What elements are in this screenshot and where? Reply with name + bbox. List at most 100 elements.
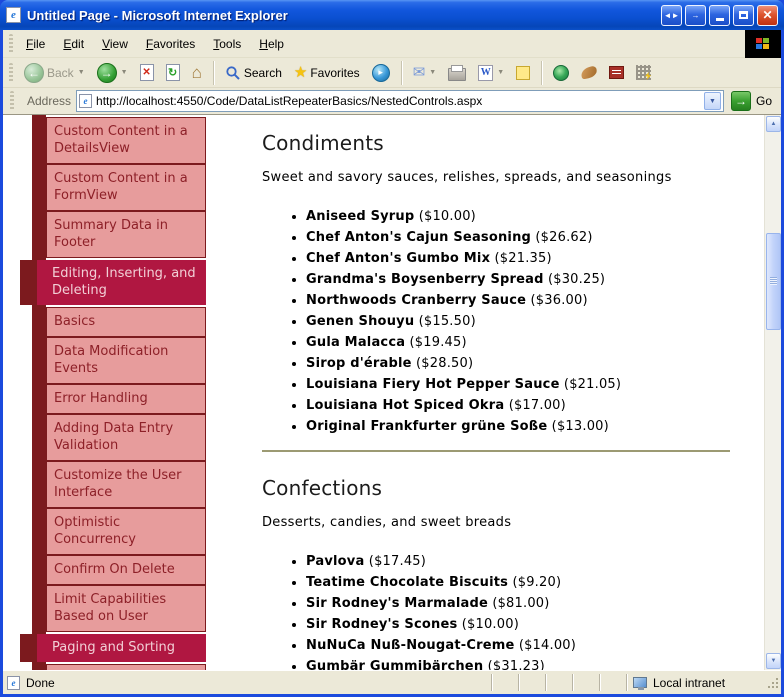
toolbar-grip[interactable] <box>9 62 13 83</box>
back-icon: ← <box>24 62 44 83</box>
addon-capture-button[interactable] <box>576 65 602 80</box>
scroll-up-icon: ▲ <box>770 121 777 127</box>
sidebar-link[interactable]: Data Modification Events <box>46 337 206 384</box>
titlebar-nav-arrows-button[interactable]: ◄► <box>661 4 682 26</box>
sidebar-link[interactable]: Optimistic Concurrency <box>46 508 206 555</box>
sidebar-link[interactable]: Limit Capabilities Based on User <box>46 585 206 632</box>
vertical-scrollbar[interactable]: ▲ ▼ <box>764 115 781 670</box>
menu-item-file[interactable]: File <box>17 30 54 58</box>
page-viewport: Custom Content in a DetailsView Custom Co… <box>3 115 781 670</box>
scroll-up-button[interactable]: ▲ <box>766 116 781 132</box>
menu-bar: File Edit View Favorites Tools Help <box>3 30 781 58</box>
product-item: Genen Shouyu ($15.50) <box>306 312 734 332</box>
sidebar-link[interactable]: Summary Data in Footer <box>46 211 206 258</box>
refresh-button[interactable]: ↻ <box>161 62 185 83</box>
title-bar[interactable]: e Untitled Page - Microsoft Internet Exp… <box>0 0 784 30</box>
scrollbar-thumb[interactable] <box>766 233 781 330</box>
status-text: Done <box>26 675 55 690</box>
back-label: Back <box>47 65 74 80</box>
scroll-down-button[interactable]: ▼ <box>766 653 781 669</box>
go-arrow-icon: → <box>730 91 751 111</box>
product-item: Gula Malacca ($19.45) <box>306 333 734 353</box>
back-button[interactable]: ← Back ▼ <box>19 61 90 85</box>
product-item: Aniseed Syrup ($10.00) <box>306 207 734 227</box>
sidebar-link[interactable]: Confirm On Delete <box>46 555 206 585</box>
menu-bar-items: File Edit View Favorites Tools Help <box>17 30 293 58</box>
product-item: Pavlova ($17.45) <box>306 552 734 572</box>
edit-dropdown-icon[interactable]: ▼ <box>497 69 504 76</box>
search-button[interactable]: Search <box>220 63 287 83</box>
toolbar-separator <box>400 60 402 85</box>
titlebar-popout-button[interactable]: → <box>685 4 706 26</box>
mail-icon: ✉ <box>412 64 426 81</box>
address-input[interactable]: e http://localhost:4550/Code/DataListRep… <box>76 90 724 112</box>
section-title: Condiments <box>262 131 384 155</box>
minimize-button[interactable] <box>709 4 730 26</box>
product-item: Original Frankfurter grüne Soße ($13.00) <box>306 417 734 437</box>
favorites-star-icon: ★ <box>293 64 308 81</box>
menu-item-edit[interactable]: Edit <box>54 30 93 58</box>
product-item: Northwoods Cranberry Sauce ($36.00) <box>306 291 734 311</box>
home-button[interactable]: ⌂ <box>187 62 207 83</box>
menu-item-tools[interactable]: Tools <box>204 30 250 58</box>
menu-item-help[interactable]: Help <box>250 30 293 58</box>
product-list: Pavlova ($17.45)Teatime Chocolate Biscui… <box>262 552 734 670</box>
throbber <box>745 30 781 58</box>
menubar-grip[interactable] <box>9 33 13 54</box>
status-pane <box>572 674 599 691</box>
addressbar-grip[interactable] <box>10 91 14 111</box>
mail-button[interactable]: ✉ ▼ <box>408 63 442 82</box>
product-item: Grandma's Boysenberry Spread ($30.25) <box>306 270 734 290</box>
address-url[interactable]: http://localhost:4550/Code/DataListRepea… <box>96 94 700 108</box>
addon-research-button[interactable] <box>604 64 629 81</box>
favorites-button[interactable]: ★ Favorites <box>289 63 365 82</box>
sidebar-link[interactable]: Custom Content in a DetailsView <box>46 117 206 164</box>
sidebar-section-header[interactable]: Paging and Sorting <box>20 634 206 662</box>
discuss-button[interactable] <box>511 64 535 82</box>
sidebar-link[interactable]: Adding Data Entry Validation <box>46 414 206 461</box>
forward-dropdown-icon[interactable]: ▼ <box>121 69 128 76</box>
section-title: Confections <box>262 476 383 500</box>
sidebar-link[interactable]: Basics <box>46 307 206 337</box>
sidebar-link[interactable]: Customize the User Interface <box>46 461 206 508</box>
forward-button[interactable]: → ▼ <box>92 61 133 85</box>
status-pane <box>599 674 626 691</box>
popout-arrow-icon: → <box>691 10 700 20</box>
intranet-zone-icon <box>633 677 647 690</box>
close-button[interactable]: ✕ <box>757 4 778 26</box>
address-dropdown-button[interactable]: ▼ <box>703 92 721 110</box>
ie-logo-icon: e <box>6 7 21 23</box>
menu-item-view[interactable]: View <box>93 30 137 58</box>
media-button[interactable]: ▸ <box>367 62 395 84</box>
sidebar-link[interactable]: Error Handling <box>46 384 206 414</box>
favorites-label: Favorites <box>310 65 360 80</box>
product-item: Sir Rodney's Scones ($10.00) <box>306 615 734 635</box>
scroll-down-icon: ▼ <box>770 658 777 664</box>
maximize-button[interactable] <box>733 4 754 26</box>
go-button[interactable]: → Go <box>729 91 778 111</box>
resize-grip[interactable] <box>763 674 781 691</box>
page-icon: e <box>79 94 93 108</box>
stop-button[interactable]: ✕ <box>135 62 159 83</box>
product-item: Gumbär Gummibärchen ($31.23) <box>306 657 734 670</box>
product-item: Louisiana Hot Spiced Okra ($17.00) <box>306 396 734 416</box>
status-pane <box>518 674 545 691</box>
back-dropdown-icon[interactable]: ▼ <box>78 69 85 76</box>
addon-globe-button[interactable] <box>548 63 574 83</box>
sidebar-section-header[interactable]: Editing, Inserting, and Deleting <box>20 260 206 305</box>
page-content: Condiments Sweet and savory sauces, relis… <box>262 115 734 670</box>
browser-window: e Untitled Page - Microsoft Internet Exp… <box>0 0 784 697</box>
mail-dropdown-icon[interactable]: ▼ <box>429 69 436 76</box>
section-description: Desserts, candies, and sweet breads <box>262 515 512 530</box>
print-button[interactable] <box>443 62 471 83</box>
forward-icon: → <box>96 62 117 83</box>
search-label: Search <box>243 65 282 80</box>
print-icon <box>448 65 467 81</box>
addon-messenger-button[interactable] <box>631 63 656 82</box>
menu-item-favorites[interactable]: Favorites <box>137 30 204 58</box>
edit-with-word-button[interactable]: W ▼ <box>473 63 509 83</box>
product-item: Teatime Chocolate Biscuits ($9.20) <box>306 573 734 593</box>
sidebar-link[interactable]: Custom Content in a FormView <box>46 164 206 211</box>
close-icon: ✕ <box>762 8 773 22</box>
media-icon: ▸ <box>371 63 390 82</box>
